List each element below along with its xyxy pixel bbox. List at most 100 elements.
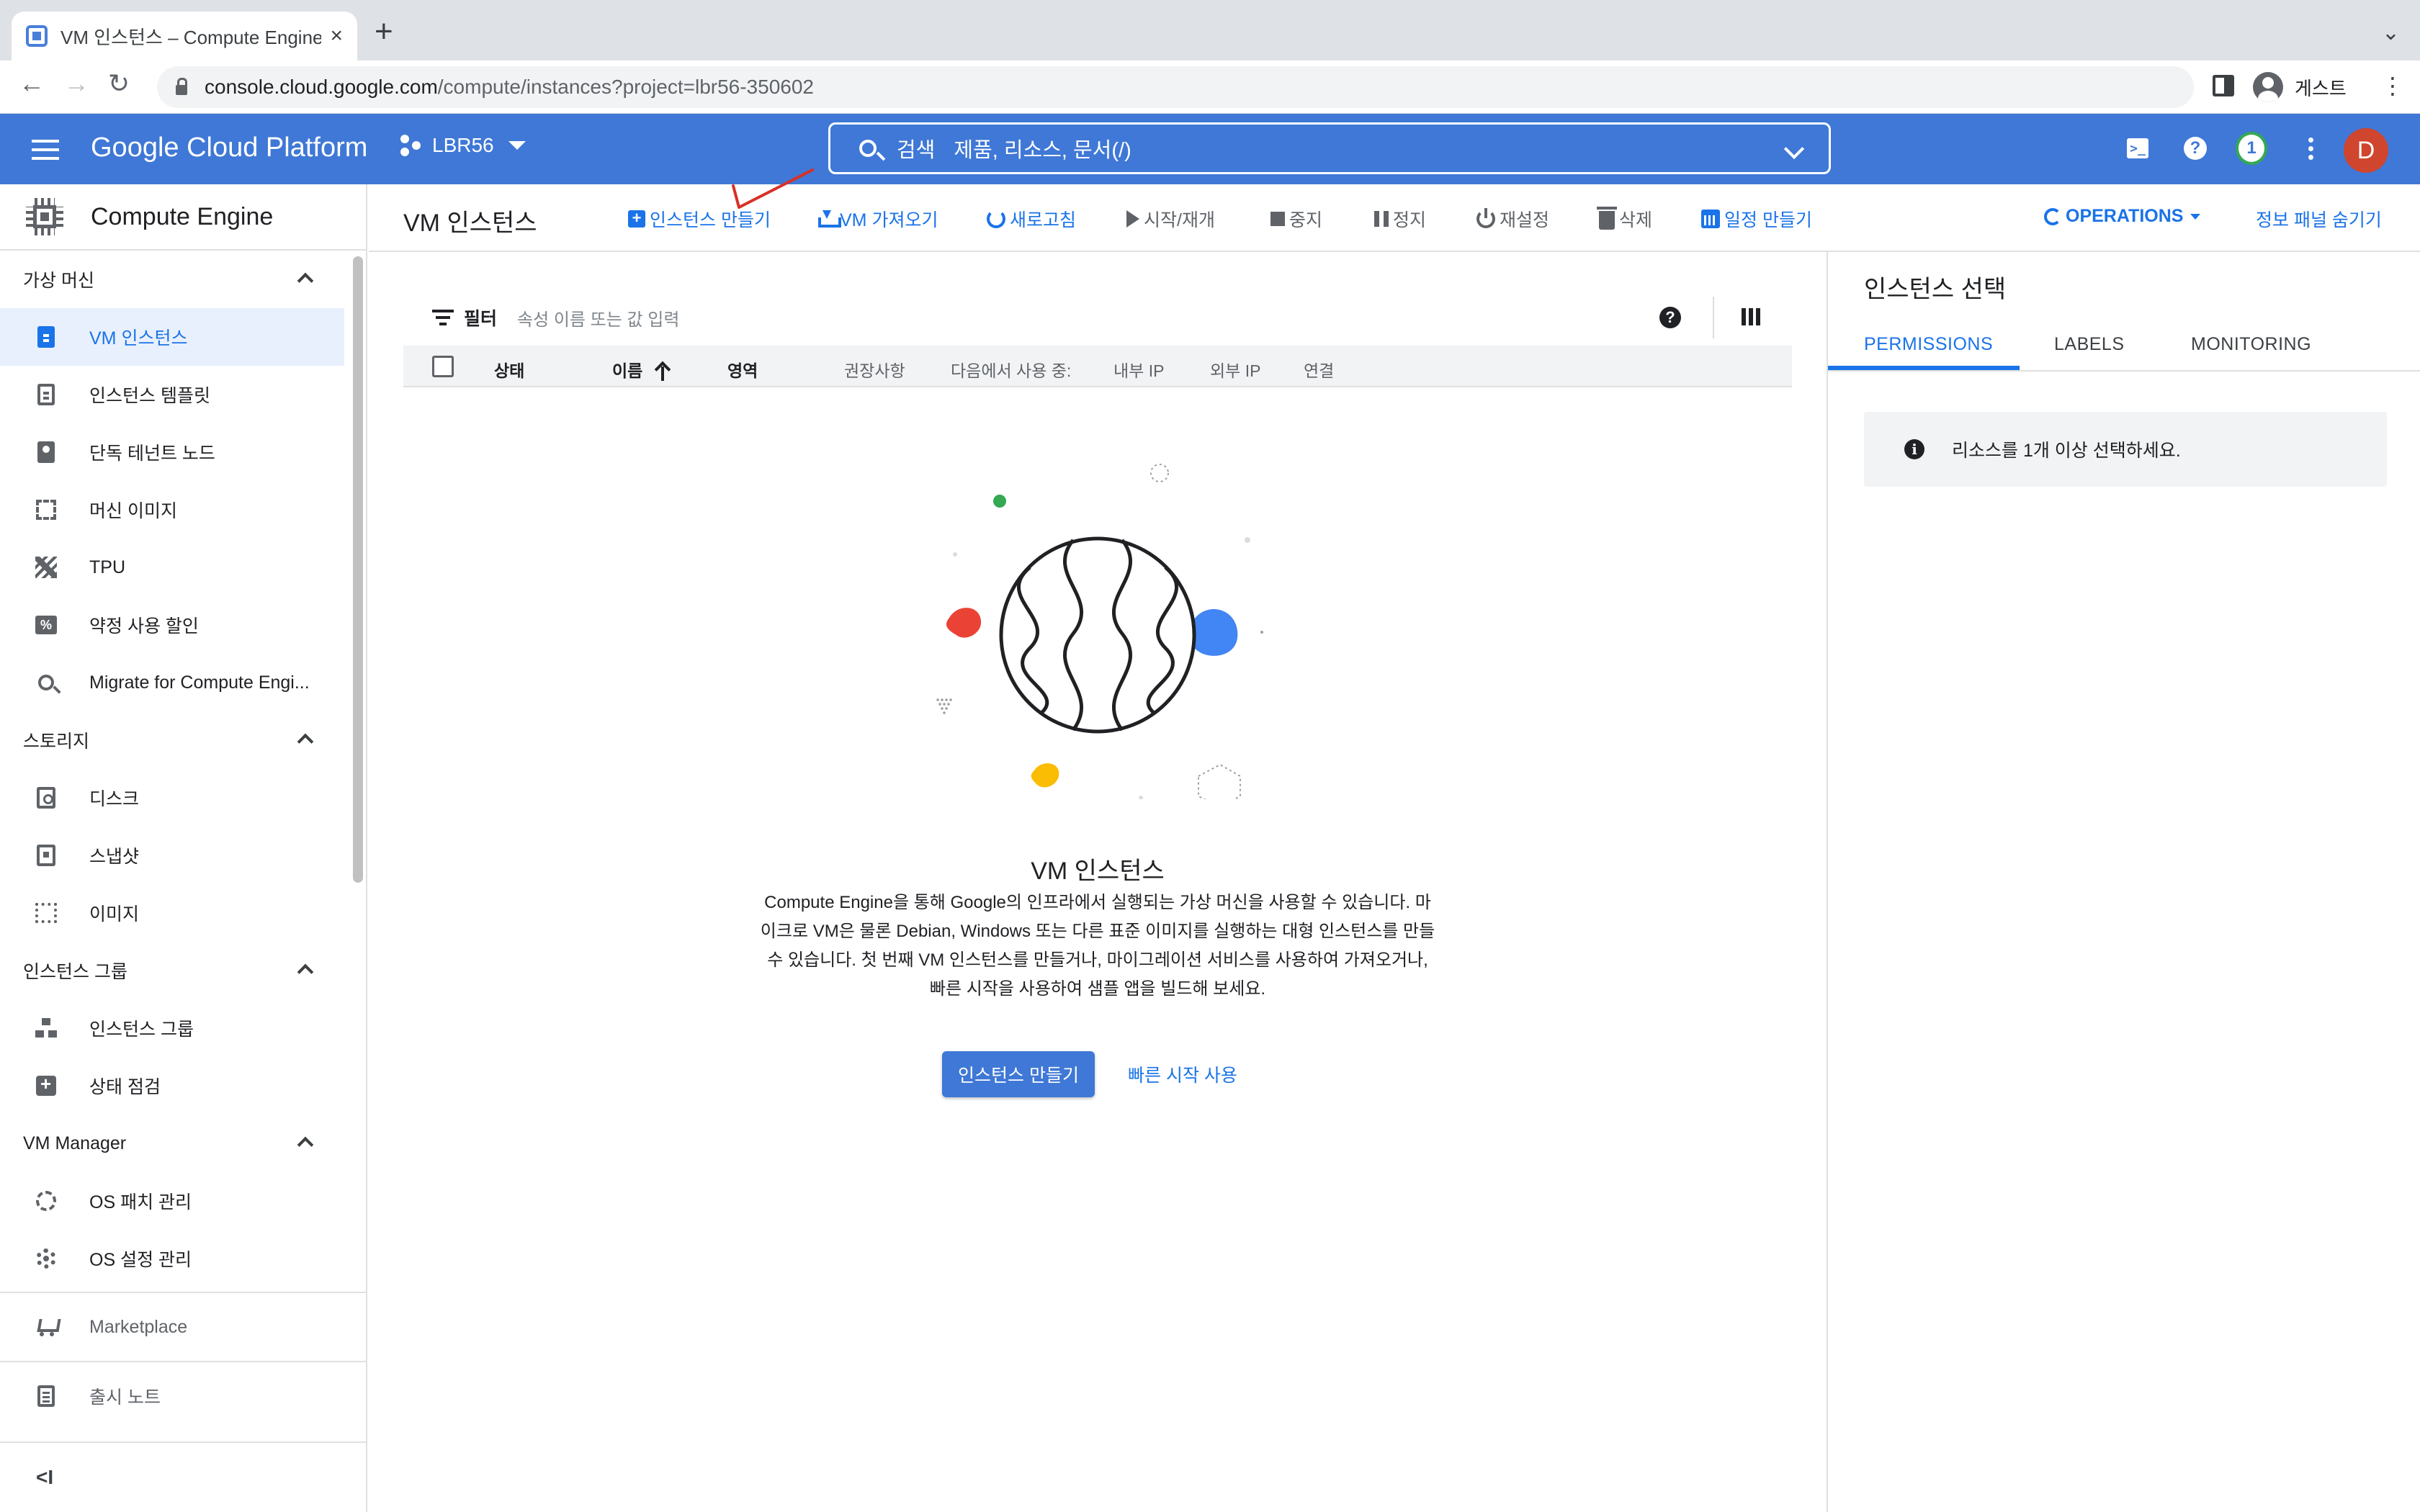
column-external-ip[interactable]: 외부 IP [1210,357,1260,382]
cloud-shell-button[interactable]: >_ [2122,132,2154,164]
browser-menu-icon[interactable]: ⋮ [2381,72,2404,99]
sidebar-item-instance-templates[interactable]: 인스턴스 템플릿 [0,366,366,423]
project-selector[interactable]: LBR56 [400,134,526,157]
search-input[interactable]: 검색 제품, 리소스, 문서(/) [828,122,1831,174]
info-notice-text: 리소스를 1개 이상 선택하세요. [1952,441,2181,461]
sidebar-item-sole-tenant-nodes[interactable]: 단독 테넌트 노드 [0,423,366,481]
column-in-use-by[interactable]: 다음에서 사용 중: [951,357,1071,382]
empty-state-illustration [936,464,1263,799]
reset-button[interactable]: 재설정 [1476,206,1549,232]
start-resume-button[interactable]: 시작/재개 [1126,206,1215,232]
section-instance-groups[interactable]: 인스턴스 그룹 [0,942,366,999]
forward-icon[interactable]: → [63,71,89,96]
section-storage[interactable]: 스토리지 [0,711,366,769]
select-all-checkbox[interactable] [432,356,454,377]
operations-button[interactable]: OPERATIONS [2044,206,2201,227]
sidebar-item-label: 출시 노트 [89,1387,161,1408]
sidebar-item-label: 스냅샷 [89,847,140,867]
refresh-button[interactable]: 새로고침 [987,206,1076,232]
refresh-icon [987,210,1005,228]
section-label: 가상 머신 [23,271,94,291]
chevron-up-icon [297,963,314,981]
sidebar-item-os-patch[interactable]: OS 패치 관리 [0,1172,366,1230]
health-check-icon [32,1071,60,1100]
instance-group-icon [32,1014,60,1043]
sidebar-item-tpu[interactable]: TPU [0,539,366,596]
gear-icon [32,1244,60,1273]
sidebar-item-release-notes[interactable]: 출시 노트 [0,1362,366,1430]
column-internal-ip[interactable]: 내부 IP [1113,357,1164,382]
hide-info-panel-label: 정보 패널 숨기기 [2256,210,2382,230]
tab-search-chevron-icon[interactable]: ⌄ [2382,20,2400,45]
import-vm-button[interactable]: VM 가져오기 [818,206,938,232]
help-icon[interactable]: ? [1659,307,1681,328]
divider [1713,297,1714,338]
filter-input[interactable]: 속성 이름 또는 값 입력 [517,305,679,330]
section-vm-manager[interactable]: VM Manager [0,1115,366,1172]
create-schedule-button[interactable]: 일정 만들기 [1701,206,1812,232]
section-virtual-machines[interactable]: 가상 머신 [0,251,366,308]
sidebar-item-committed-use-discounts[interactable]: % 약정 사용 할인 [0,596,366,654]
notifications-button[interactable]: 1 [2236,132,2267,165]
sidebar-item-machine-images[interactable]: 머신 이미지 [0,481,366,539]
sidebar-item-os-config[interactable]: OS 설정 관리 [0,1230,366,1287]
column-zone[interactable]: 영역 [727,357,758,382]
sidebar-item-images[interactable]: 이미지 [0,884,366,942]
sidebar-item-migrate[interactable]: Migrate for Compute Engi... [0,654,366,711]
patch-icon [32,1187,60,1215]
sidebar-item-instance-groups[interactable]: 인스턴스 그룹 [0,999,366,1057]
sidebar-item-snapshots[interactable]: 스냅샷 [0,827,366,884]
more-options-button[interactable] [2295,132,2326,164]
filter-bar: 필터 속성 이름 또는 값 입력 ? [403,292,1792,343]
sidebar-item-marketplace[interactable]: Marketplace [0,1293,366,1361]
chevron-up-icon [297,733,314,750]
filter-icon[interactable] [432,310,454,325]
user-avatar[interactable]: D [2344,128,2388,173]
disk-icon [32,783,60,812]
column-name[interactable]: 이름 [612,357,670,382]
column-display-icon[interactable] [1742,308,1760,325]
quickstart-link[interactable]: 빠른 시작 사용 [1128,1061,1237,1087]
collapse-nav-button[interactable]: <I [0,1441,366,1512]
page-title: VM 인스턴스 [403,210,537,237]
hamburger-menu-icon[interactable] [32,140,59,160]
info-icon: i [1904,439,1924,459]
column-recommendations[interactable]: 권장사항 [844,357,905,382]
side-panel-icon[interactable] [2213,75,2234,96]
template-icon [32,380,60,409]
tab-monitoring[interactable]: MONITORING [2191,334,2311,355]
back-icon[interactable]: ← [19,71,45,96]
machine-image-icon [32,495,60,524]
compute-engine-chip-icon [24,197,65,237]
chevron-down-icon[interactable] [1783,138,1805,160]
gcp-product-title[interactable]: Google Cloud Platform [91,132,367,163]
sidebar-item-vm-instances[interactable]: VM 인스턴스 [0,308,344,366]
help-button[interactable]: ? [2179,132,2211,164]
sidebar-item-label: 인스턴스 템플릿 [89,386,210,406]
delete-button[interactable]: 삭제 [1597,206,1652,232]
hide-info-panel-button[interactable]: 정보 패널 숨기기 [2256,206,2382,232]
chevron-up-icon [297,272,314,289]
lock-icon [176,78,187,95]
tab-permissions[interactable]: PERMISSIONS [1864,334,1993,355]
close-tab-icon[interactable]: × [330,24,343,48]
sidebar-item-disks[interactable]: 디스크 [0,769,366,827]
profile-button[interactable]: 게스트 [2253,69,2347,105]
sidebar-item-label: OS 패치 관리 [89,1192,192,1212]
stop-button[interactable]: 중지 [1270,206,1322,232]
reload-icon[interactable]: ↻ [108,71,130,96]
column-status[interactable]: 상태 [494,357,524,382]
create-schedule-label: 일정 만들기 [1724,210,1812,230]
browser-tab[interactable]: VM 인스턴스 – Compute Engine × [12,12,357,60]
column-connect[interactable]: 연결 [1304,357,1334,382]
address-bar[interactable]: console.cloud.google.com/compute/instanc… [157,66,2194,108]
suspend-button[interactable]: 정지 [1374,206,1426,232]
tab-labels[interactable]: LABELS [2054,334,2125,355]
search-label: 검색 [897,139,936,162]
sidebar-item-health-checks[interactable]: 상태 점검 [0,1057,366,1115]
new-tab-button[interactable]: + [375,16,393,48]
operations-label: OPERATIONS [2066,206,2184,226]
download-icon [818,210,841,228]
sidebar-item-label: 이미지 [89,904,140,924]
create-instance-primary-button[interactable]: 인스턴스 만들기 [942,1051,1095,1097]
